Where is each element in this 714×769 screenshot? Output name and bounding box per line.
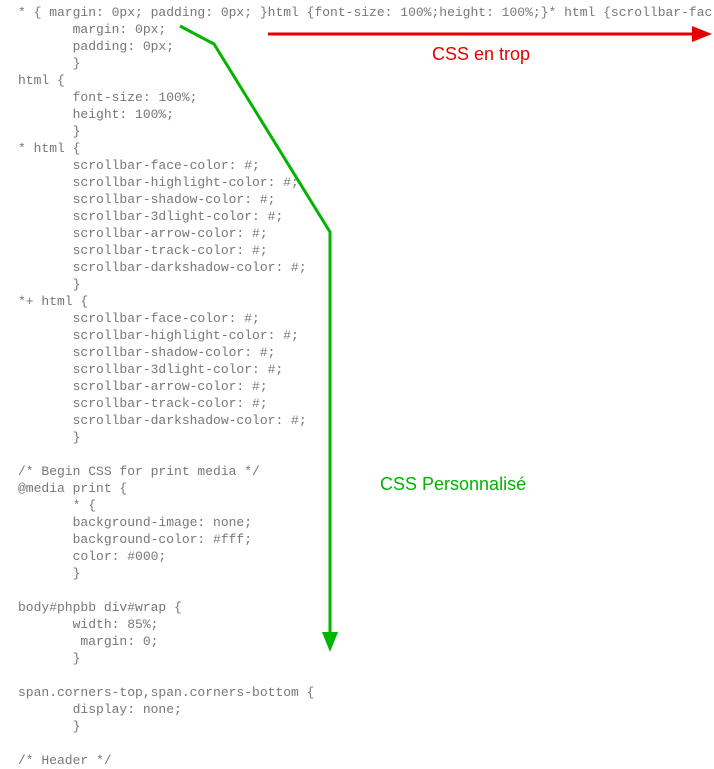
label-css-excess: CSS en trop (432, 46, 530, 63)
label-css-custom: CSS Personnalisé (380, 476, 526, 493)
css-line1: * { margin: 0px; padding: 0px; }html {fo… (18, 5, 712, 20)
css-body: margin: 0px; padding: 0px; } html { font… (18, 22, 314, 768)
css-code-block: * { margin: 0px; padding: 0px; }html {fo… (0, 0, 714, 769)
